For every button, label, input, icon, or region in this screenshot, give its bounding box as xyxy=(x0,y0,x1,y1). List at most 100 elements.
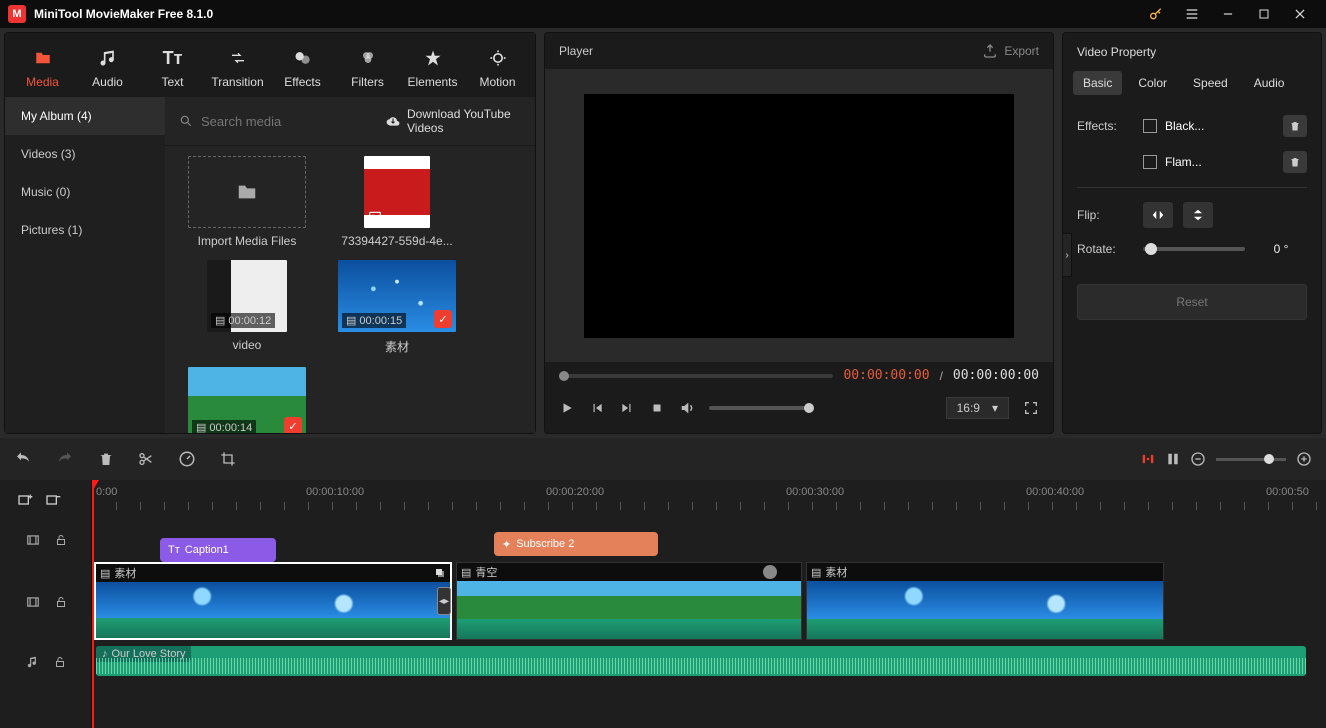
effect-name: Black... xyxy=(1165,119,1204,133)
search-bar: Download YouTube Videos xyxy=(165,97,535,146)
delete-effect-button[interactable] xyxy=(1283,151,1307,173)
export-button[interactable]: Export xyxy=(982,43,1039,59)
sidebar-item-music[interactable]: Music (0) xyxy=(5,173,165,211)
speed-button[interactable] xyxy=(178,450,196,468)
media-item[interactable]: ▤00:00:15 ✓ 素材 xyxy=(327,260,467,361)
audio-clip[interactable]: ♪Our Love Story xyxy=(96,646,1306,676)
volume-icon[interactable] xyxy=(679,400,695,416)
split-button[interactable] xyxy=(138,451,154,467)
check-icon: ✓ xyxy=(284,417,302,433)
upgrade-key-icon[interactable] xyxy=(1138,0,1174,28)
tab-effects[interactable]: Effects xyxy=(271,39,334,97)
lock-icon[interactable] xyxy=(54,655,66,669)
video-clip-label: 素材 xyxy=(114,565,136,581)
undo-button[interactable] xyxy=(14,451,32,467)
tab-filters[interactable]: Filters xyxy=(336,39,399,97)
zoom-slider[interactable] xyxy=(1216,458,1286,461)
import-media-tile[interactable]: Import Media Files xyxy=(177,156,317,254)
tab-text[interactable]: Tт Text xyxy=(141,39,204,97)
prev-frame-button[interactable] xyxy=(589,400,605,416)
effects-label: Effects: xyxy=(1077,119,1133,133)
rotate-slider[interactable] xyxy=(1143,247,1245,251)
clip-trim-handle[interactable]: ◂▸ xyxy=(437,587,451,615)
main-area: Media Audio Tт Text Transition Effects F… xyxy=(0,28,1326,438)
media-grid: Import Media Files 73394427-559d-4e... ▤… xyxy=(165,146,535,433)
time-ruler[interactable]: 0:00 00:00:10:00 00:00:20:00 00:00:30:00… xyxy=(92,480,1326,520)
video-clip[interactable]: ▤青空 xyxy=(456,562,802,640)
timeline-fit-icon[interactable] xyxy=(1140,452,1156,466)
sidebar-item-pictures[interactable]: Pictures (1) xyxy=(5,211,165,249)
track-text[interactable]: Tт Caption1 ✦ Subscribe 2 xyxy=(92,520,1326,560)
timeline-marker-icon[interactable] xyxy=(1166,452,1180,466)
prop-tab-color[interactable]: Color xyxy=(1128,71,1177,95)
prop-tab-speed[interactable]: Speed xyxy=(1183,71,1238,95)
window-maximize-icon[interactable] xyxy=(1246,0,1282,28)
element-clip[interactable]: ✦ Subscribe 2 xyxy=(494,532,658,556)
play-button[interactable] xyxy=(559,400,575,416)
window-minimize-icon[interactable] xyxy=(1210,0,1246,28)
transition-marker-icon[interactable] xyxy=(763,565,777,579)
effects-icon xyxy=(293,47,313,69)
fullscreen-icon[interactable] xyxy=(1023,400,1039,416)
add-track-icon[interactable] xyxy=(16,492,34,508)
volume-slider[interactable] xyxy=(709,406,809,410)
caption-clip[interactable]: Tт Caption1 xyxy=(160,538,276,562)
film-strip-icon[interactable] xyxy=(25,595,41,609)
zoom-out-button[interactable] xyxy=(1190,451,1206,467)
ruler-tick: 00:00:50 xyxy=(1266,486,1309,498)
player-viewport xyxy=(545,69,1053,362)
track-video[interactable]: ▤素材 ◂▸ ▤青空 ▤素材 xyxy=(92,560,1326,644)
media-item[interactable]: 73394427-559d-4e... xyxy=(327,156,467,254)
download-youtube-button[interactable]: Download YouTube Videos xyxy=(385,107,521,135)
collapse-handle-icon[interactable]: › xyxy=(1062,233,1072,277)
crop-button[interactable] xyxy=(220,451,236,467)
video-clip[interactable]: ▤素材 xyxy=(806,562,1164,640)
lock-icon[interactable] xyxy=(55,595,67,609)
track-audio[interactable]: ♪Our Love Story xyxy=(92,644,1326,680)
delete-button[interactable] xyxy=(98,451,114,467)
next-frame-button[interactable] xyxy=(619,400,635,416)
tab-motion[interactable]: Motion xyxy=(466,39,529,97)
trackhead-ruler xyxy=(0,480,91,520)
hamburger-menu-icon[interactable] xyxy=(1174,0,1210,28)
sidebar-item-videos[interactable]: Videos (3) xyxy=(5,135,165,173)
tab-elements-label: Elements xyxy=(407,75,457,89)
zoom-in-button[interactable] xyxy=(1296,451,1312,467)
delete-effect-button[interactable] xyxy=(1283,115,1307,137)
tab-media[interactable]: Media xyxy=(11,39,74,97)
tab-transition[interactable]: Transition xyxy=(206,39,269,97)
scrub-bar[interactable] xyxy=(559,374,833,378)
video-clip[interactable]: ▤素材 ◂▸ xyxy=(94,562,452,640)
media-item[interactable]: ▤00:00:12 video xyxy=(177,260,317,361)
remove-track-icon[interactable] xyxy=(44,492,62,508)
lock-icon[interactable] xyxy=(55,533,67,547)
video-clip-label: 素材 xyxy=(825,564,847,580)
text-icon: Tт xyxy=(168,544,180,556)
search-input[interactable] xyxy=(201,114,377,129)
music-note-icon[interactable] xyxy=(26,655,40,669)
flip-vertical-button[interactable] xyxy=(1183,202,1213,228)
tab-elements[interactable]: Elements xyxy=(401,39,464,97)
tab-audio[interactable]: Audio xyxy=(76,39,139,97)
sidebar-item-myalbum[interactable]: My Album (4) xyxy=(5,97,165,135)
titlebar: M MiniTool MovieMaker Free 8.1.0 xyxy=(0,0,1326,28)
redo-button[interactable] xyxy=(56,451,74,467)
effect-item[interactable]: Flam... xyxy=(1143,155,1273,169)
prop-tab-basic[interactable]: Basic xyxy=(1073,71,1122,95)
media-panel: Media Audio Tт Text Transition Effects F… xyxy=(4,32,536,434)
tab-media-label: Media xyxy=(26,75,59,89)
media-item[interactable]: ▤00:00:14 ✓ xyxy=(177,367,317,433)
reset-button[interactable]: Reset xyxy=(1077,284,1307,320)
rotate-value: 0 ° xyxy=(1255,242,1307,256)
player-label: Player xyxy=(559,44,982,58)
window-close-icon[interactable] xyxy=(1282,0,1318,28)
aspect-ratio-select[interactable]: 16:9 ▾ xyxy=(946,397,1009,419)
effect-item[interactable]: Black... xyxy=(1143,119,1273,133)
video-preview[interactable] xyxy=(584,94,1014,338)
text-icon: Tт xyxy=(163,47,183,69)
prop-tab-audio[interactable]: Audio xyxy=(1244,71,1295,95)
film-strip-icon[interactable] xyxy=(25,533,41,547)
stop-button[interactable] xyxy=(649,400,665,416)
flip-horizontal-button[interactable] xyxy=(1143,202,1173,228)
playhead[interactable] xyxy=(92,480,94,728)
